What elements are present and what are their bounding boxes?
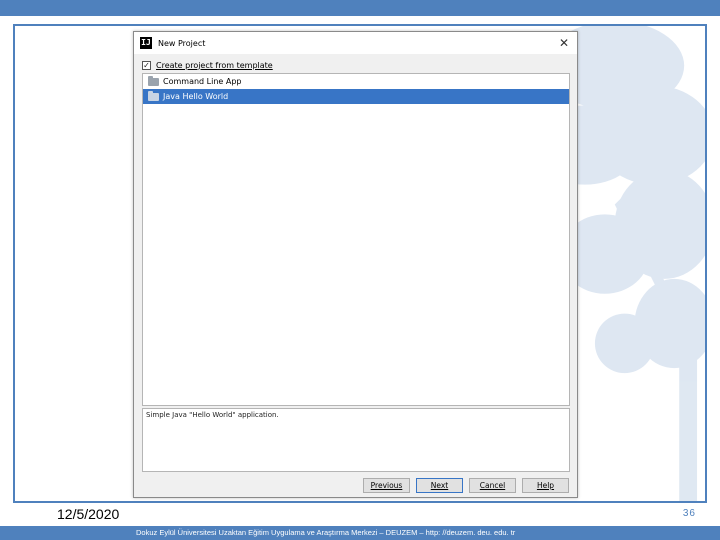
list-item-java-hello-world[interactable]: Java Hello World xyxy=(143,89,569,104)
previous-button[interactable]: Previous xyxy=(363,478,410,493)
next-button-label: Next xyxy=(430,481,449,490)
dialog-title: New Project xyxy=(158,38,206,48)
template-description: Simple Java "Hello World" application. xyxy=(142,408,570,472)
list-item-label: Java Hello World xyxy=(163,92,229,101)
folder-icon xyxy=(148,75,159,86)
close-icon[interactable]: ✕ xyxy=(557,36,571,50)
template-list[interactable]: Command Line App Java Hello World xyxy=(142,73,570,406)
help-button-label: Help xyxy=(536,481,555,490)
slide-page-number: 36 xyxy=(682,508,696,519)
help-button[interactable]: Help xyxy=(522,478,569,493)
slide-top-bar xyxy=(0,0,720,16)
list-item-command-line-app[interactable]: Command Line App xyxy=(143,74,569,89)
folder-icon xyxy=(148,90,159,101)
next-button[interactable]: Next xyxy=(416,478,463,493)
dialog-titlebar: IJ New Project ✕ xyxy=(134,32,577,54)
previous-button-label: Previous xyxy=(370,481,403,490)
dialog-button-row: Previous Next Cancel Help xyxy=(363,478,569,493)
cancel-button-label: Cancel xyxy=(479,481,506,490)
slide-date: 12/5/2020 xyxy=(57,506,120,522)
create-from-template-label: Create project from template xyxy=(156,60,273,70)
intellij-app-icon: IJ xyxy=(140,37,152,49)
new-project-dialog: IJ New Project ✕ ✓ Create project from t… xyxy=(133,31,578,498)
cancel-button[interactable]: Cancel xyxy=(469,478,516,493)
create-from-template-checkbox[interactable]: ✓ Create project from template xyxy=(142,59,273,71)
checkbox-checked-icon[interactable]: ✓ xyxy=(142,60,151,70)
list-item-label: Command Line App xyxy=(163,77,242,86)
slide-footer-text: Dokuz Eylül Üniversitesi Uzaktan Eğitim … xyxy=(136,528,516,537)
